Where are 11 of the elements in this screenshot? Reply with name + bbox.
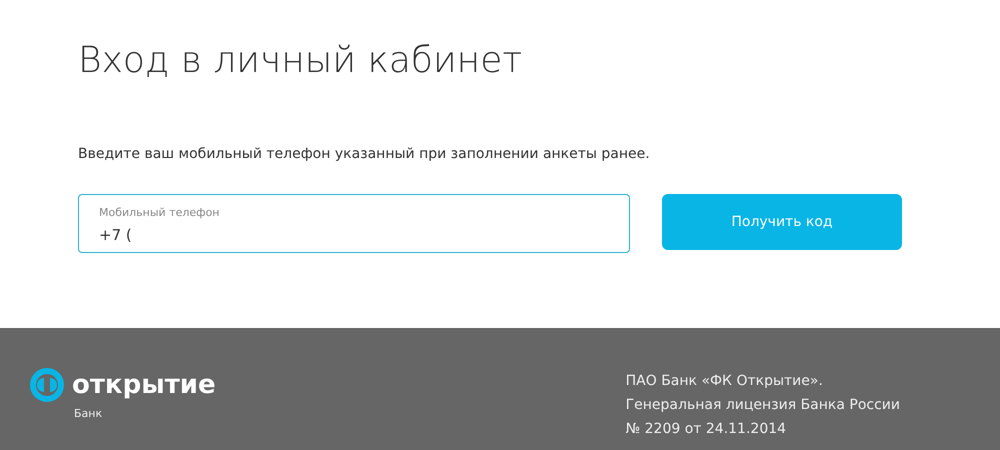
field-label: Мобильный телефон	[99, 205, 220, 221]
legal-text: Генеральная лицензия Банка России	[626, 396, 900, 415]
page-title: Вход в личный кабинет	[78, 39, 522, 83]
field-value: +7 (	[99, 224, 132, 246]
logo-subtitle: Банк	[74, 406, 102, 422]
logo-text: открытие	[72, 372, 216, 398]
legal-text: ПАО Банк «ФК Открытие».	[626, 372, 824, 391]
logo-icon	[30, 368, 64, 402]
legal-text: № 2209 от 24.11.2014	[626, 420, 788, 439]
phone-field[interactable]: Мобильный телефон +7 (	[78, 194, 630, 253]
instruction-text: Введите ваш мобильный телефон указанный при заполнении анкеты ранее.	[78, 145, 650, 164]
